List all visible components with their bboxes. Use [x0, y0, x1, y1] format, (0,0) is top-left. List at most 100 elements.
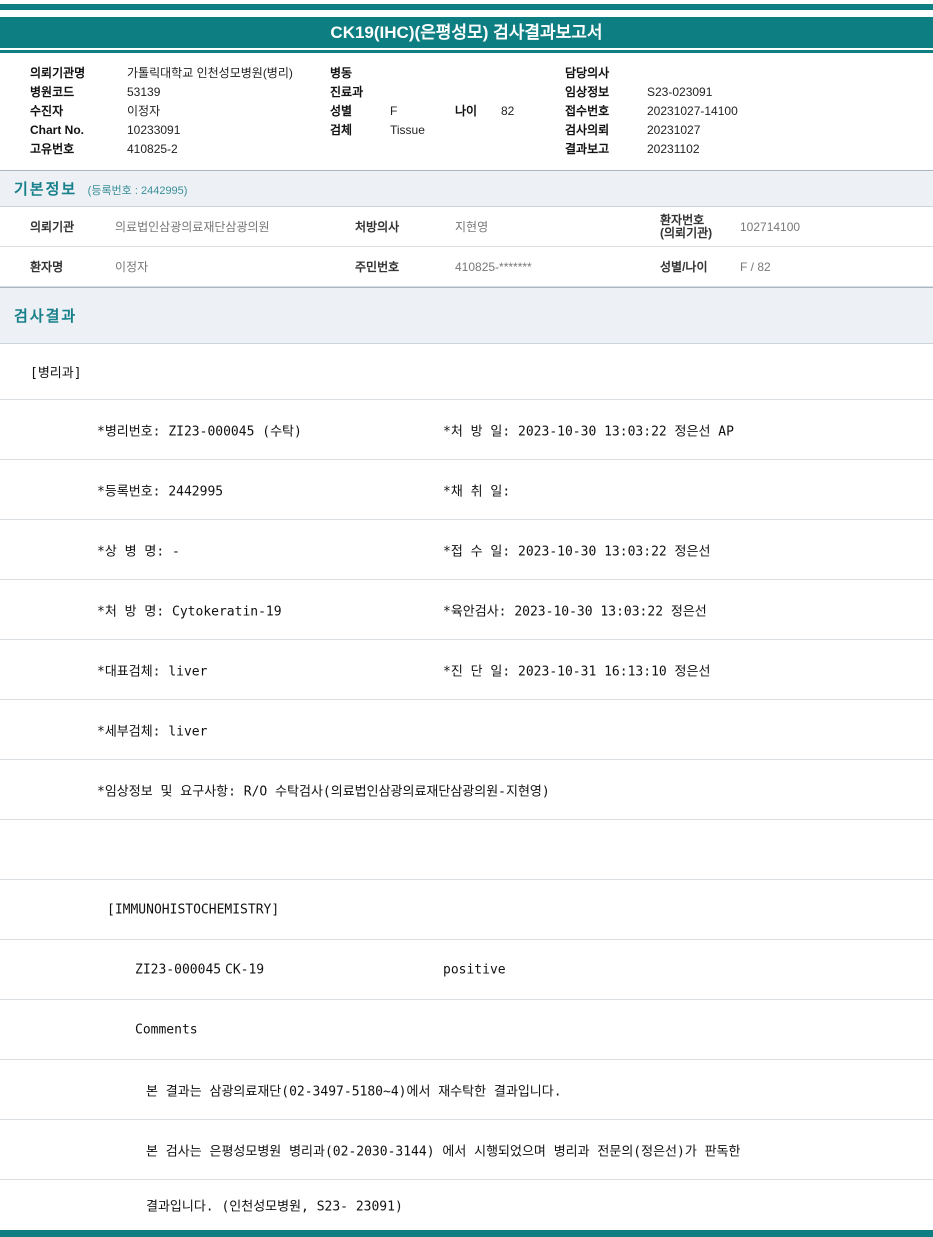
field-value: 가톨릭대학교 인천성모병원(병리) [127, 66, 293, 80]
field-value: 410825-2 [127, 141, 178, 156]
field-label: 검체 [330, 123, 353, 137]
comment-line: 결과입니다. (인천성모병원, S23- 23091) [146, 1199, 403, 1215]
results-body: [병리과] *병리번호: ZI23-000045 (수탁) *처 방 일: 20… [0, 344, 933, 1230]
field-label: 결과보고 [565, 142, 610, 156]
result-row: *세부검체: liver [0, 700, 933, 760]
field-label: 수진자 [30, 104, 64, 118]
spacer-row [0, 820, 933, 880]
field-label: 나이 [455, 104, 478, 118]
table-row: 의뢰기관 의료법인삼광의료재단삼광의원 처방의사 지현영 환자번호 (의뢰기관)… [0, 207, 933, 247]
result-row: *등록번호: 2442995 *채 취 일: [0, 460, 933, 520]
section-subtitle: (등록번호 : 2442995) [87, 185, 188, 197]
header-row: Chart No. 10233091 [30, 120, 330, 139]
top-accent-bar [0, 4, 933, 10]
comment-line: 본 검사는 은평성모병원 병리과(02-2030-3144) 에서 시행되었으며… [146, 1144, 741, 1159]
result-row: *대표검체: liver *진 단 일: 2023-10-31 16:13:10… [0, 640, 933, 700]
results-section-header: 검사결과 [0, 287, 933, 344]
field-label: 병원코드 [30, 85, 75, 99]
result-row: *병리번호: ZI23-000045 (수탁) *처 방 일: 2023-10-… [0, 400, 933, 460]
comment-row: 본 검사는 은평성모병원 병리과(02-2030-3144) 에서 시행되었으며… [0, 1120, 933, 1180]
header-row: 접수번호 20231027-14100 [565, 101, 913, 120]
department-row: [병리과] [0, 344, 933, 400]
field-label: 의뢰기관명 [30, 66, 86, 80]
cell-value: 의료법인삼광의료재단삼광의원 [115, 220, 270, 234]
header-row: 결과보고 20231102 [565, 139, 913, 158]
result-row: *상 병 명: - *접 수 일: 2023-10-30 13:03:22 정은… [0, 520, 933, 580]
header-row: 성별 F 나이 82 [330, 101, 565, 120]
comment-line: 본 결과는 삼광의료재단(02-3497-5180~4)에서 재수탁한 결과입니… [146, 1084, 562, 1099]
field-label: 임상정보 [565, 85, 610, 99]
ihc-result-value: positive [443, 962, 506, 977]
field-value: 20231102 [647, 141, 700, 156]
cell-label: 성별/나이 [660, 260, 708, 274]
result-left-cell: *임상정보 및 요구사항: R/O 수탁검사(의료법인삼광의료재단삼광의원-지현… [97, 784, 550, 799]
result-row: *처 방 명: Cytokeratin-19 *육안검사: 2023-10-30… [0, 580, 933, 640]
header-row: 병원코드 53139 [30, 82, 330, 101]
ihc-test-name: CK-19 [225, 962, 265, 977]
report-title: CK19(IHC)(은평성모) 검사결과보고서 [0, 17, 933, 48]
section-title: 검사결과 [14, 308, 78, 325]
header-row: 고유번호 410825-2 [30, 139, 330, 158]
table-row: 환자명 이정자 주민번호 410825-******* 성별/나이 F / 82 [0, 247, 933, 287]
cell-label: 환자번호 (의뢰기관) [660, 212, 740, 240]
header-row: 진료과 [330, 82, 565, 101]
field-value: Tissue [390, 122, 425, 137]
result-row: *임상정보 및 요구사항: R/O 수탁검사(의료법인삼광의료재단삼광의원-지현… [0, 760, 933, 820]
field-value: 20231027 [647, 122, 701, 137]
header-row: 수진자 이정자 [30, 101, 330, 120]
field-value: F [390, 103, 398, 118]
basic-info-table: 의뢰기관 의료법인삼광의료재단삼광의원 처방의사 지현영 환자번호 (의뢰기관)… [0, 207, 933, 287]
result-left-cell: *병리번호: ZI23-000045 (수탁) [97, 424, 302, 439]
field-label: 접수번호 [565, 104, 610, 118]
field-label: 병동 [330, 66, 353, 80]
comment-row: 본 결과는 삼광의료재단(02-3497-5180~4)에서 재수탁한 결과입니… [0, 1060, 933, 1120]
cell-value: 지현영 [455, 220, 489, 234]
field-value: S23-023091 [647, 84, 713, 99]
result-right-cell: *처 방 일: 2023-10-30 13:03:22 정은선 AP [443, 424, 734, 439]
header-row: 임상정보 S23-023091 [565, 82, 913, 101]
comments-label-row: Comments [0, 1000, 933, 1060]
result-right-cell: *채 취 일: [443, 484, 511, 499]
header-row: 병동 [330, 63, 565, 82]
field-label: 고유번호 [30, 142, 75, 156]
cell-label: 환자명 [30, 260, 64, 274]
section-title: 기본정보 [14, 181, 78, 198]
field-label: 검사의뢰 [565, 123, 610, 137]
patient-header-col1: 의뢰기관명 가톨릭대학교 인천성모병원(병리) 병원코드 53139 수진자 이… [30, 63, 330, 158]
ihc-header-row: [IMMUNOHISTOCHEMISTRY] [0, 880, 933, 940]
field-label: 진료과 [330, 85, 364, 99]
result-left-cell: *대표검체: liver [97, 664, 208, 679]
result-right-cell: *접 수 일: 2023-10-30 13:03:22 정은선 [443, 544, 711, 559]
field-value: 10233091 [127, 122, 181, 137]
ihc-result-row: ZI23-000045 CK-19 positive [0, 940, 933, 1000]
cell-value: 이정자 [115, 260, 149, 274]
patient-header-col2: 병동 진료과 성별 F 나이 82 검체 Tissue [330, 63, 565, 158]
cell-value: 410825-******* [455, 259, 532, 274]
result-right-cell: *진 단 일: 2023-10-31 16:13:10 정은선 [443, 664, 711, 679]
header-row: 의뢰기관명 가톨릭대학교 인천성모병원(병리) [30, 63, 330, 82]
comments-label: Comments [135, 1022, 198, 1037]
result-left-cell: *상 병 명: - [97, 544, 180, 559]
header-row: 검사의뢰 20231027 [565, 120, 913, 139]
field-label: 성별 [330, 104, 353, 118]
cell-label: 처방의사 [355, 220, 400, 234]
field-value: 20231027-14100 [647, 103, 738, 118]
ihc-specimen: ZI23-000045 [135, 962, 222, 977]
field-value: 53139 [127, 84, 161, 99]
comment-row: 결과입니다. (인천성모병원, S23- 23091) [0, 1180, 933, 1230]
bottom-accent-bar [0, 1230, 933, 1237]
result-left-cell: *세부검체: liver [97, 724, 208, 739]
field-value: 82 [501, 103, 515, 118]
cell-label-line2: (의뢰기관) [660, 225, 713, 240]
cell-value: 102714100 [740, 219, 801, 234]
cell-label-line1: 환자번호 [660, 212, 705, 227]
result-left-cell: *처 방 명: Cytokeratin-19 [97, 604, 282, 619]
field-label: Chart No. [30, 122, 84, 137]
cell-label: 주민번호 [355, 260, 400, 274]
field-value: 이정자 [127, 104, 161, 118]
result-right-cell: *육안검사: 2023-10-30 13:03:22 정은선 [443, 604, 707, 619]
ihc-header: [IMMUNOHISTOCHEMISTRY] [107, 902, 280, 917]
header-row: 담당의사 [565, 63, 913, 82]
cell-label: 의뢰기관 [30, 220, 75, 234]
patient-header-col3: 담당의사 임상정보 S23-023091 접수번호 20231027-14100… [565, 63, 913, 158]
